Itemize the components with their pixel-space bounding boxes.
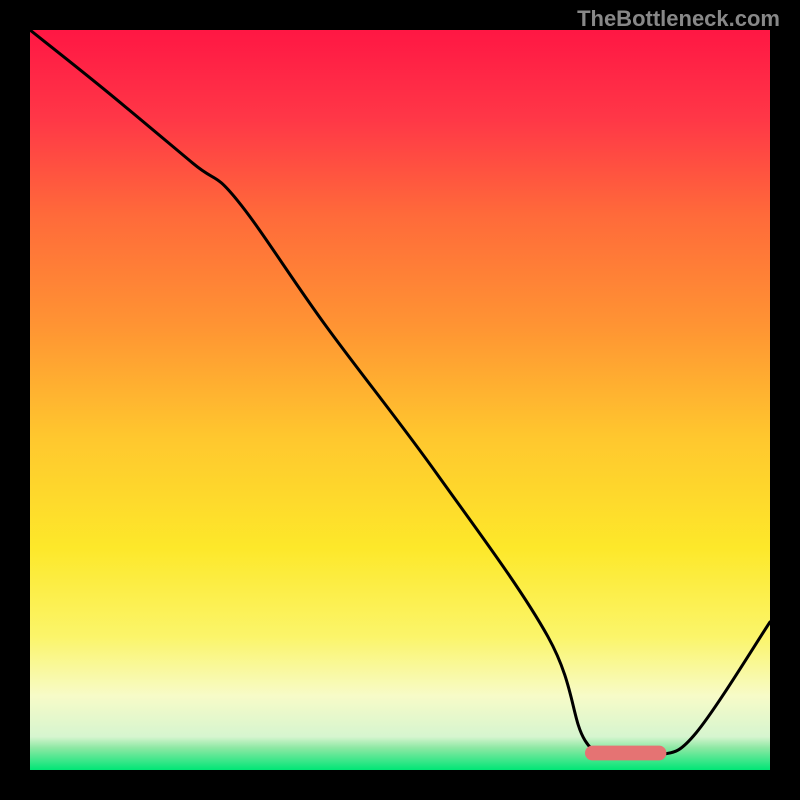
watermark-text: TheBottleneck.com: [577, 6, 780, 32]
chart-container: TheBottleneck.com: [0, 0, 800, 800]
chart-svg: [30, 30, 770, 770]
gradient-background: [30, 30, 770, 770]
plot-area: [30, 30, 770, 770]
optimal-range-marker: [585, 746, 666, 761]
